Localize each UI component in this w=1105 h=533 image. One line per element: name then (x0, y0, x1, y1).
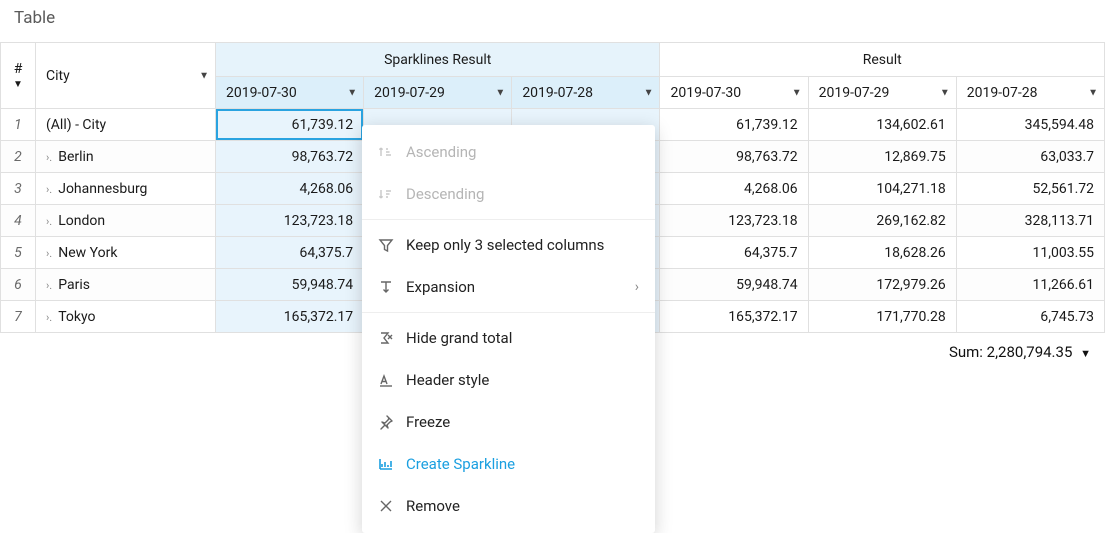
result-cell[interactable]: 134,602.61 (808, 109, 956, 141)
menu-ascending: Ascending (362, 131, 655, 173)
spark-cell[interactable]: 123,723.18 (216, 205, 364, 237)
city-name: Johannesburg (58, 181, 147, 197)
drill-icon[interactable]: ›. (46, 151, 52, 164)
result-cell[interactable]: 12,869.75 (808, 141, 956, 173)
result-cell[interactable]: 64,375.7 (660, 237, 808, 269)
spark-cell[interactable]: 4,268.06 (216, 173, 364, 205)
row-index: 1 (1, 109, 36, 141)
col-group-result[interactable]: Result (660, 43, 1105, 77)
result-cell[interactable]: 165,372.17 (660, 301, 808, 333)
col-header-result-date-0[interactable]: 2019-07-30▼ (660, 77, 808, 109)
city-name: (All) - City (46, 117, 106, 133)
spark-cell[interactable]: 98,763.72 (216, 141, 364, 173)
result-cell[interactable]: 63,033.7 (956, 141, 1104, 173)
result-cell[interactable]: 171,770.28 (808, 301, 956, 333)
summary-label: Sum: (949, 343, 983, 361)
filter-icon (378, 237, 406, 253)
chevron-down-icon[interactable]: ▼ (1080, 347, 1091, 360)
col-header-city[interactable]: City ▼ (36, 43, 216, 109)
pin-icon (378, 414, 406, 430)
chevron-down-icon[interactable]: ▼ (792, 87, 802, 98)
menu-header-style[interactable]: Header style (362, 359, 655, 401)
drill-icon[interactable]: ›. (46, 215, 52, 228)
result-cell[interactable]: 11,266.61 (956, 269, 1104, 301)
result-cell[interactable]: 61,739.12 (660, 109, 808, 141)
result-cell[interactable]: 98,763.72 (660, 141, 808, 173)
chevron-down-icon[interactable]: ▼ (199, 70, 209, 81)
city-name: London (58, 213, 105, 229)
city-cell[interactable]: (All) - City (36, 109, 216, 141)
row-index: 3 (1, 173, 36, 205)
chevron-right-icon: › (635, 279, 639, 295)
row-index: 2 (1, 141, 36, 173)
spark-cell[interactable]: 61,739.12 (216, 109, 364, 141)
city-cell[interactable]: ›. Johannesburg (36, 173, 216, 205)
header-style-icon (378, 372, 406, 388)
menu-remove[interactable]: Remove (362, 485, 655, 527)
row-index: 5 (1, 237, 36, 269)
spark-cell[interactable]: 64,375.7 (216, 237, 364, 269)
chevron-down-icon[interactable]: ▼ (347, 87, 357, 98)
menu-expansion[interactable]: Expansion › (362, 266, 655, 308)
city-cell[interactable]: ›. Paris (36, 269, 216, 301)
row-index: 6 (1, 269, 36, 301)
chevron-down-icon[interactable]: ▼ (940, 87, 950, 98)
chevron-down-icon[interactable]: ▼ (11, 79, 25, 90)
col-header-spark-date-0[interactable]: 2019-07-30▼ (216, 77, 364, 109)
drill-icon[interactable]: ›. (46, 311, 52, 324)
city-cell[interactable]: ›. London (36, 205, 216, 237)
city-cell[interactable]: ›. New York (36, 237, 216, 269)
col-header-result-date-1[interactable]: 2019-07-29▼ (808, 77, 956, 109)
result-cell[interactable]: 104,271.18 (808, 173, 956, 205)
result-cell[interactable]: 269,162.82 (808, 205, 956, 237)
menu-freeze[interactable]: Freeze (362, 401, 655, 443)
expansion-icon (378, 279, 406, 295)
result-cell[interactable]: 328,113.71 (956, 205, 1104, 237)
col-header-index[interactable]: # ▼ (1, 43, 36, 109)
sigma-hide-icon (378, 330, 406, 346)
menu-create-sparkline[interactable]: Create Sparkline (362, 443, 655, 485)
chevron-down-icon[interactable]: ▼ (1088, 87, 1098, 98)
col-group-sparklines[interactable]: Sparklines Result (216, 43, 660, 77)
menu-keep-only[interactable]: Keep only 3 selected columns (362, 224, 655, 266)
summary-value: 2,280,794.35 (987, 343, 1073, 361)
menu-descending: Descending (362, 173, 655, 215)
page-title: Table (0, 0, 1105, 42)
col-header-spark-date-2[interactable]: 2019-07-28▼ (512, 77, 660, 109)
city-cell[interactable]: ›. Berlin (36, 141, 216, 173)
city-name: Tokyo (58, 309, 95, 325)
city-name: Paris (58, 277, 90, 293)
result-cell[interactable]: 11,003.55 (956, 237, 1104, 269)
result-cell[interactable]: 172,979.26 (808, 269, 956, 301)
sparkline-icon (378, 456, 406, 472)
col-header-spark-date-1[interactable]: 2019-07-29▼ (364, 77, 512, 109)
result-cell[interactable]: 123,723.18 (660, 205, 808, 237)
remove-icon (378, 498, 406, 514)
row-index: 7 (1, 301, 36, 333)
result-cell[interactable]: 59,948.74 (660, 269, 808, 301)
result-cell[interactable]: 18,628.26 (808, 237, 956, 269)
result-cell[interactable]: 52,561.72 (956, 173, 1104, 205)
result-cell[interactable]: 345,594.48 (956, 109, 1104, 141)
drill-icon[interactable]: ›. (46, 247, 52, 260)
city-name: Berlin (58, 149, 93, 165)
drill-icon[interactable]: ›. (46, 183, 52, 196)
result-cell[interactable]: 6,745.73 (956, 301, 1104, 333)
chevron-down-icon[interactable]: ▼ (644, 87, 654, 98)
spark-cell[interactable]: 59,948.74 (216, 269, 364, 301)
result-cell[interactable]: 4,268.06 (660, 173, 808, 205)
sort-ascending-icon (378, 144, 406, 160)
row-index: 4 (1, 205, 36, 237)
city-cell[interactable]: ›. Tokyo (36, 301, 216, 333)
city-name: New York (58, 245, 117, 261)
chevron-down-icon[interactable]: ▼ (495, 87, 505, 98)
drill-icon[interactable]: ›. (46, 279, 52, 292)
sort-descending-icon (378, 186, 406, 202)
col-header-result-date-2[interactable]: 2019-07-28▼ (956, 77, 1104, 109)
spark-cell[interactable]: 165,372.17 (216, 301, 364, 333)
context-menu: Ascending Descending Keep only 3 selecte… (362, 125, 655, 533)
menu-hide-grand-total[interactable]: Hide grand total (362, 317, 655, 359)
